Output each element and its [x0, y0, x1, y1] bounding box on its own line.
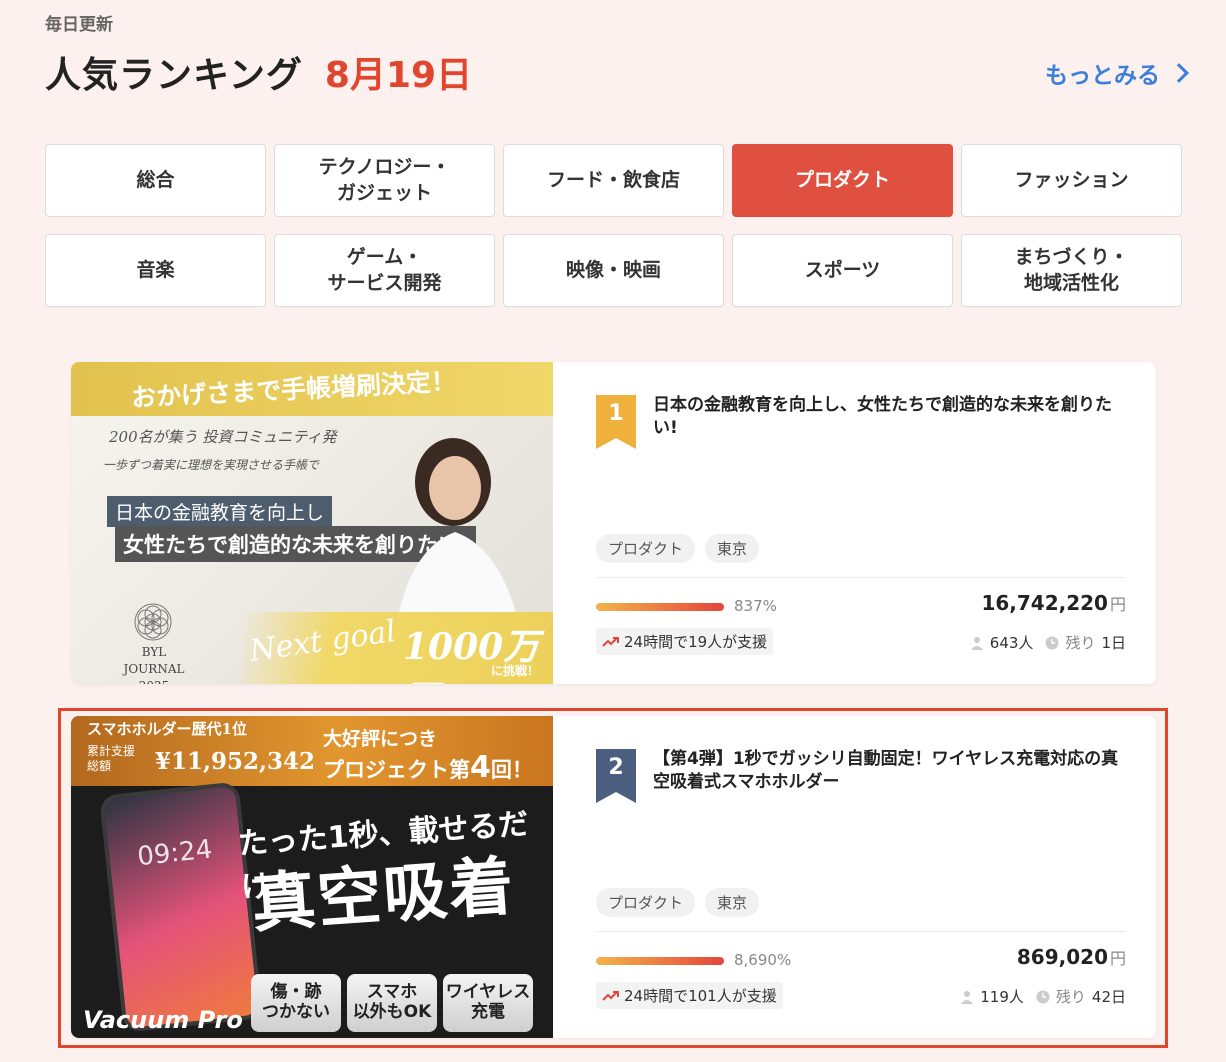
project-meta: 119人 残り 42日 — [960, 986, 1126, 1007]
project-thumbnail: おかげさまで手帳増刷決定！ 200名が集う 投資コミュニティ発 一歩ずつ着実に理… — [71, 362, 553, 684]
category-tab-community[interactable]: まちづくり・ 地域活性化 — [961, 234, 1182, 307]
feature-pills: 傷・跡 つかない スマホ 以外もOK ワイヤレス 充電 — [251, 974, 533, 1032]
funded-amount: 869,020 円 — [1017, 945, 1126, 969]
project-card-2[interactable]: スマホホルダー歴代1位 累計支援 総額 ¥11,952,342 大好評につき プロ… — [71, 716, 1156, 1038]
thumbnail-text: 累計支援 — [87, 744, 136, 758]
trend-up-icon — [602, 636, 619, 647]
person-icon — [961, 990, 974, 1004]
tag-list: プロダクト 東京 — [596, 534, 760, 563]
tag-location[interactable]: 東京 — [705, 888, 760, 917]
tag-location[interactable]: 東京 — [705, 534, 760, 563]
rank-number: 1 — [608, 401, 624, 426]
flower-of-life-logo — [134, 603, 172, 641]
remaining-days: 1日 — [1101, 634, 1126, 652]
category-tab-film[interactable]: 映像・映画 — [503, 234, 724, 307]
page-title: 人気ランキング — [45, 55, 303, 96]
project-title[interactable]: 日本の金融教育を向上し、女性たちで創造的な未来を創りたい! — [653, 394, 1121, 440]
divider — [596, 577, 1126, 578]
funded-amount-value: 869,020 — [1016, 945, 1108, 969]
trend-badge: 24時間で101人が支援 — [596, 982, 783, 1009]
trend-up-icon — [602, 990, 619, 1001]
thumbnail-text: スマホホルダー歴代1位 — [87, 720, 247, 738]
currency-unit: 円 — [1109, 595, 1126, 614]
trend-badge: 24時間で19人が支援 — [596, 628, 774, 655]
clock-icon — [1045, 636, 1059, 649]
progress-percent: 837% — [734, 597, 777, 615]
funded-amount: 16,742,220 円 — [981, 591, 1126, 615]
category-tab-product[interactable]: プロダクト — [732, 144, 953, 217]
category-tab-technology[interactable]: テクノロジー・ ガジェット — [274, 144, 495, 217]
thumbnail-text: 一歩ずつ着実に理想を実現させる手帳で — [103, 458, 320, 472]
progress-bar — [596, 603, 724, 611]
logo-text: BYL JOURNAL 2025 — [123, 645, 185, 684]
funded-amount-value: 16,742,220 — [981, 591, 1108, 615]
feature-pill: 傷・跡 つかない — [251, 974, 341, 1032]
brand-text: Vacuum Pro — [83, 1006, 243, 1034]
daily-update-label: 毎日更新 — [45, 15, 113, 35]
category-tab-music[interactable]: 音楽 — [45, 234, 266, 307]
category-tab-overall[interactable]: 総合 — [45, 144, 266, 217]
thumbnail-text: 回！ — [490, 758, 533, 782]
feature-pill: スマホ 以外もOK — [347, 974, 437, 1032]
ranking-date: 8月19日 — [324, 55, 473, 96]
project-info: 2 【第4弾】1秒でガッシリ自動固定！ワイヤレス充電対応の真空吸着式スマホホルダ… — [596, 716, 1126, 1038]
thumbnail-amount: ¥11,952,342 — [155, 748, 316, 775]
thumbnail-headline: 日本の金融教育を向上し — [107, 496, 333, 527]
thumbnail-text: プロジェクト第4回！ — [323, 750, 533, 785]
thumbnail-text: 総額 — [87, 759, 112, 773]
see-more-link[interactable]: もっとみる — [1045, 56, 1189, 90]
remaining-label: 残り — [1055, 988, 1086, 1006]
supporter-count: 643人 — [989, 634, 1034, 652]
category-tab-food[interactable]: フード・飲食店 — [503, 144, 724, 217]
phone-clock: 09:24 — [135, 834, 214, 873]
category-tab-fashion[interactable]: ファッション — [961, 144, 1182, 217]
thumbnail-text: プロジェクト第 — [323, 758, 470, 782]
project-info: 1 日本の金融教育を向上し、女性たちで創造的な未来を創りたい! プロダクト 東京… — [596, 362, 1126, 684]
tag-category[interactable]: プロダクト — [596, 888, 696, 917]
progress-bar — [596, 957, 724, 965]
category-tab-sports[interactable]: スポーツ — [732, 234, 953, 307]
rank-badge: 1 — [596, 395, 636, 449]
category-tab-game[interactable]: ゲーム・ サービス開発 — [274, 234, 495, 307]
thumbnail-text: 累計支援 総額 — [87, 744, 135, 774]
chevron-right-icon — [1169, 63, 1189, 83]
person-icon — [970, 636, 983, 650]
clock-icon — [1036, 990, 1050, 1003]
thumbnail-headline: 真空吸着 — [249, 849, 518, 943]
tag-list: プロダクト 東京 — [596, 888, 760, 917]
tag-category[interactable]: プロダクト — [596, 534, 696, 563]
thumbnail-text: 大好評につき — [323, 728, 438, 750]
thumbnail-text: 200名が集う 投資コミュニティ発 — [109, 428, 337, 446]
progress-bar-fill — [596, 603, 724, 611]
progress-bar-fill — [596, 957, 724, 965]
see-more-label: もっとみる — [1045, 63, 1160, 89]
supporter-count: 119人 — [980, 988, 1024, 1006]
trend-text: 24時間で19人が支援 — [624, 633, 768, 651]
project-title[interactable]: 【第4弾】1秒でガッシリ自動固定！ワイヤレス充電対応の真空吸着式スマホホルダー — [653, 748, 1121, 794]
project-thumbnail: スマホホルダー歴代1位 累計支援 総額 ¥11,952,342 大好評につき プロ… — [71, 716, 553, 1038]
project-card-1[interactable]: おかげさまで手帳増刷決定！ 200名が集う 投資コミュニティ発 一歩ずつ着実に理… — [71, 362, 1156, 684]
currency-unit: 円 — [1109, 949, 1126, 968]
remaining-days: 42日 — [1091, 988, 1126, 1006]
rank-number: 2 — [608, 755, 624, 780]
trend-text: 24時間で101人が支援 — [624, 987, 777, 1005]
feature-pill: ワイヤレス 充電 — [443, 974, 533, 1032]
rank-badge: 2 — [596, 749, 636, 803]
ranking-header: 人気ランキング 8月19日 — [45, 44, 472, 100]
progress-percent: 8,690% — [734, 951, 792, 969]
divider — [596, 931, 1126, 932]
thumbnail-number: 4 — [470, 750, 491, 785]
category-tabs: 総合 テクノロジー・ ガジェット フード・飲食店 プロダクト ファッション 音楽… — [45, 144, 1183, 307]
goal-suffix-text: に挑戦！ — [491, 664, 540, 678]
project-meta: 643人 残り 1日 — [970, 632, 1126, 653]
remaining-label: 残り — [1065, 634, 1096, 652]
